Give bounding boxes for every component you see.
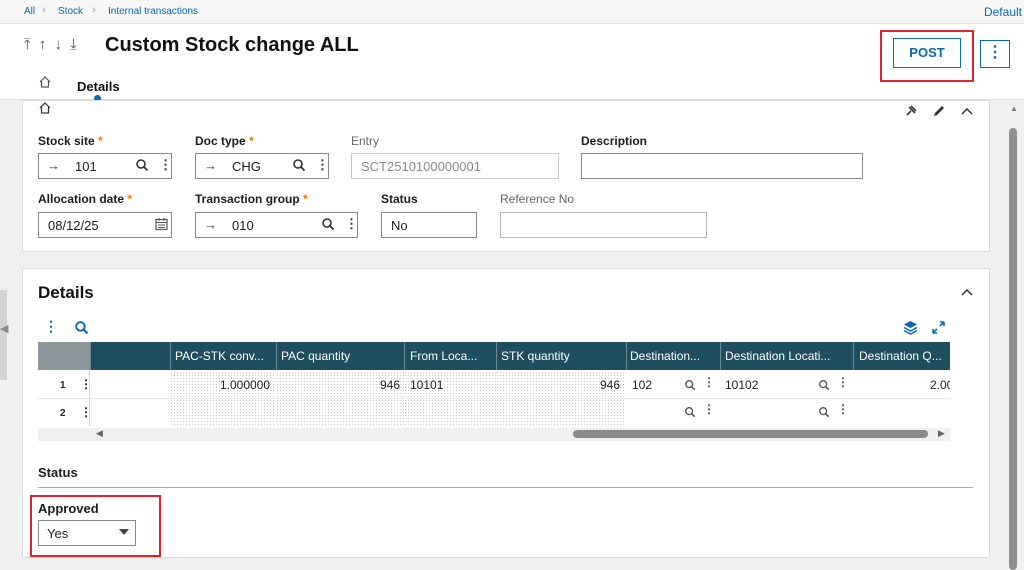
left-panel-handle[interactable]	[0, 290, 7, 380]
transaction-group-field[interactable]: → 010 ⋮	[195, 212, 358, 238]
cell-menu-icon[interactable]: ⋮	[837, 402, 849, 416]
col-from-location[interactable]: From Loca...	[410, 349, 494, 363]
breadcrumb-all[interactable]: All	[24, 6, 35, 17]
collapse-chevron-icon[interactable]	[960, 285, 974, 304]
arrow-right-icon[interactable]: →	[47, 158, 60, 173]
grid-menu-icon[interactable]: ⋮	[44, 318, 58, 335]
pin-icon[interactable]	[904, 104, 918, 121]
scroll-right-arrow-icon[interactable]: ▶	[938, 428, 945, 439]
col-destination[interactable]: Destination...	[630, 349, 716, 363]
search-icon[interactable]	[818, 405, 830, 423]
row-menu-icon[interactable]: ⋮	[80, 377, 92, 391]
doc-type-label: Doc type *	[195, 134, 254, 148]
allocation-date-label: Allocation date *	[38, 192, 133, 206]
cell-from-location[interactable]: 10101	[410, 378, 443, 392]
layers-icon[interactable]	[903, 320, 918, 340]
approved-select[interactable]: Yes	[38, 520, 136, 546]
col-destination-location[interactable]: Destination Locati...	[725, 349, 853, 363]
arrow-right-icon[interactable]: →	[204, 217, 217, 232]
reference-no-field[interactable]	[500, 212, 707, 238]
row-menu-icon[interactable]: ⋮	[80, 405, 92, 419]
dropdown-caret-icon[interactable]	[119, 529, 129, 535]
post-button[interactable]: POST	[893, 38, 961, 68]
search-icon[interactable]	[135, 158, 149, 175]
expand-icon[interactable]	[931, 320, 946, 340]
search-icon[interactable]	[684, 378, 696, 396]
status-divider	[38, 487, 973, 488]
transaction-group-label: Transaction group *	[195, 192, 308, 206]
caret-left-icon[interactable]: ◀	[0, 322, 8, 335]
scroll-left-arrow-icon[interactable]: ◀	[96, 428, 103, 439]
entry-field: SCT2510100000001	[351, 153, 559, 179]
edit-pencil-icon[interactable]	[932, 104, 946, 121]
search-icon[interactable]	[818, 378, 830, 396]
grid-header: PAC-STK conv... PAC quantity From Loca..…	[38, 342, 950, 370]
cell-destination-quantity[interactable]: 2.00	[930, 378, 950, 392]
stock-site-field[interactable]: → 101 ⋮	[38, 153, 172, 179]
page-header: ⤒ ↑ ↓ ⤓ Custom Stock change ALL Details …	[0, 24, 1024, 102]
scroll-up-arrow-icon[interactable]: ▲	[1010, 104, 1018, 113]
record-navigation-arrows[interactable]: ⤒ ↑ ↓ ⤓	[24, 36, 79, 53]
description-field[interactable]	[581, 153, 863, 179]
arrow-right-icon[interactable]: →	[204, 158, 217, 173]
cell-menu-icon[interactable]: ⋮	[703, 375, 715, 389]
chevron-right-icon: ›	[42, 4, 46, 16]
status-field: No	[381, 212, 477, 238]
collapse-chevron-icon[interactable]	[960, 104, 974, 121]
cell-menu-icon[interactable]: ⋮	[703, 402, 715, 416]
more-actions-button[interactable]: ⋮	[980, 40, 1010, 68]
breadcrumb: All › Stock › Internal transactions Defa…	[0, 0, 1024, 24]
breadcrumb-stock[interactable]: Stock	[58, 6, 83, 17]
cell-menu-icon[interactable]: ⋮	[837, 375, 849, 389]
allocation-date-field[interactable]: 08/12/25	[38, 212, 172, 238]
default-link[interactable]: Default	[984, 5, 1022, 19]
cell-destination-location[interactable]: 10102	[725, 378, 758, 392]
cell-destination[interactable]: 102	[632, 378, 652, 392]
calendar-icon[interactable]	[155, 217, 168, 234]
breadcrumb-internal-transactions[interactable]: Internal transactions	[108, 6, 198, 17]
stock-site-label: Stock site *	[38, 134, 103, 148]
grid-header-rownum	[38, 342, 90, 370]
status-label: Status	[381, 192, 418, 206]
description-label: Description	[581, 134, 648, 148]
tab-details[interactable]: Details	[77, 79, 120, 94]
chevron-right-icon: ›	[92, 4, 96, 16]
details-section-title: Details	[38, 283, 94, 302]
cell-pac-quantity[interactable]: 946	[380, 378, 400, 392]
home-icon[interactable]	[38, 101, 52, 120]
cell-pac-stk-conv[interactable]: 1.000000	[220, 378, 270, 392]
home-icon[interactable]	[38, 75, 52, 94]
search-icon[interactable]	[684, 405, 696, 423]
grid-search-icon[interactable]	[74, 320, 89, 340]
col-stk-quantity[interactable]: STK quantity	[501, 349, 625, 363]
field-menu-icon[interactable]: ⋮	[316, 157, 329, 173]
field-menu-icon[interactable]: ⋮	[345, 216, 358, 232]
page-scrollbar-thumb[interactable]	[1009, 128, 1017, 570]
col-destination-quantity[interactable]: Destination Q...	[859, 349, 950, 363]
search-icon[interactable]	[292, 158, 306, 175]
col-pac-quantity[interactable]: PAC quantity	[281, 349, 399, 363]
field-menu-icon[interactable]: ⋮	[159, 157, 172, 173]
doc-type-field[interactable]: → CHG ⋮	[195, 153, 329, 179]
reference-no-label: Reference No	[500, 192, 575, 206]
approved-label: Approved	[38, 501, 99, 516]
status-section-title: Status	[38, 465, 78, 480]
entry-label: Entry	[351, 134, 380, 148]
search-icon[interactable]	[321, 217, 335, 234]
cell-stk-quantity[interactable]: 946	[600, 378, 620, 392]
grid-scrollbar-thumb[interactable]	[573, 430, 928, 438]
page-title: Custom Stock change ALL	[105, 34, 359, 56]
col-pac-stk-conv[interactable]: PAC-STK conv...	[175, 349, 275, 363]
